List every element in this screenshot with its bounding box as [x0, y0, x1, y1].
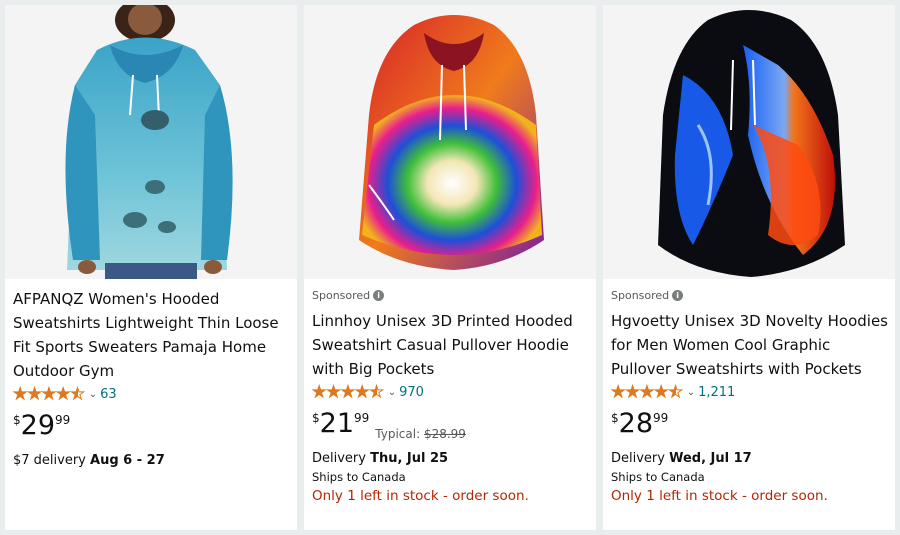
rating-row[interactable]: ★★★★★ ★★★★★ ⌄ 1,211 — [611, 381, 889, 403]
delivery-prefix: Delivery — [312, 451, 371, 466]
product-card[interactable]: AFPANQZ Women's Hooded Sweatshirts Light… — [5, 5, 297, 530]
typical-price-value: $28.99 — [423, 427, 466, 441]
delivery-date: Aug 6 - 27 — [90, 453, 165, 468]
chevron-down-icon[interactable]: ⌄ — [388, 387, 396, 398]
star-rating[interactable]: ★★★★★ ★★★★★ — [611, 383, 684, 400]
star-rating[interactable]: ★★★★★ ★★★★★ — [312, 383, 385, 400]
ships-to: Ships to Canada — [611, 470, 705, 484]
price-symbol: $ — [611, 411, 619, 425]
info-icon[interactable]: i — [373, 289, 385, 301]
price-whole: 29 — [20, 410, 55, 441]
product-card[interactable]: Sponsored i Hgvoetty Unisex 3D Novelty H… — [603, 5, 895, 530]
review-count[interactable]: 970 — [399, 385, 424, 400]
product-title[interactable]: AFPANQZ Women's Hooded Sweatshirts Light… — [13, 287, 291, 383]
product-image[interactable] — [5, 5, 297, 279]
product-title[interactable]: Linnhoy Unisex 3D Printed Hooded Sweatsh… — [312, 309, 590, 381]
delivery-prefix: Delivery — [611, 451, 670, 466]
star-rating[interactable]: ★★★★★ ★★★★★ — [13, 385, 86, 402]
typical-label: Typical: — [375, 427, 424, 441]
info-icon[interactable]: i — [672, 289, 684, 301]
fire-ice-hoodie-image — [603, 5, 895, 279]
delivery-date: Thu, Jul 25 — [370, 451, 449, 466]
product-title[interactable]: Hgvoetty Unisex 3D Novelty Hoodies for M… — [611, 309, 889, 381]
star-fill: ★★★★★ — [13, 386, 78, 402]
star-fill: ★★★★★ — [312, 384, 377, 400]
price-fraction: 99 — [354, 411, 370, 425]
delivery-info: Delivery Wed, Jul 17 — [611, 451, 889, 466]
sponsored-text: Sponsored — [312, 288, 371, 302]
turtle-hoodie-image — [5, 5, 297, 279]
product-card[interactable]: Sponsored i Linnhoy Unisex 3D Printed Ho… — [304, 5, 596, 530]
chevron-down-icon[interactable]: ⌄ — [687, 387, 695, 398]
price-fraction: 99 — [55, 413, 71, 427]
stock-warning: Only 1 left in stock - order soon. — [611, 488, 828, 504]
price[interactable]: $ 28 99 — [611, 409, 889, 443]
rating-row[interactable]: ★★★★★ ★★★★★ ⌄ 63 — [13, 383, 291, 405]
delivery-info: Delivery Thu, Jul 25 — [312, 451, 590, 466]
delivery-prefix: $7 delivery — [13, 453, 91, 468]
price-fraction: 99 — [653, 411, 669, 425]
delivery-info: $7 delivery Aug 6 - 27 — [13, 453, 291, 468]
price-whole: 28 — [618, 408, 653, 439]
price-symbol: $ — [13, 413, 21, 427]
product-grid: AFPANQZ Women's Hooded Sweatshirts Light… — [0, 0, 900, 535]
price-whole: 21 — [319, 408, 354, 439]
sponsored-label[interactable]: Sponsored i — [312, 287, 590, 303]
price[interactable]: $ 21 99 Typical: $28.99 — [312, 409, 590, 443]
chevron-down-icon[interactable]: ⌄ — [89, 389, 97, 400]
rating-row[interactable]: ★★★★★ ★★★★★ ⌄ 970 — [312, 381, 590, 403]
product-image[interactable] — [304, 5, 596, 279]
sponsored-text: Sponsored — [611, 288, 670, 302]
star-fill: ★★★★★ — [611, 384, 676, 400]
sponsored-label[interactable]: Sponsored i — [611, 287, 889, 303]
price-symbol: $ — [312, 411, 320, 425]
rainbow-hoodie-image — [304, 5, 596, 279]
product-image[interactable] — [603, 5, 895, 279]
stock-warning: Only 1 left in stock - order soon. — [312, 488, 529, 504]
typical-price: Typical: $28.99 — [375, 427, 466, 441]
review-count[interactable]: 1,211 — [698, 385, 735, 400]
review-count[interactable]: 63 — [100, 387, 117, 402]
delivery-date: Wed, Jul 17 — [669, 451, 752, 466]
ships-to: Ships to Canada — [312, 470, 406, 484]
price[interactable]: $ 29 99 — [13, 411, 291, 445]
